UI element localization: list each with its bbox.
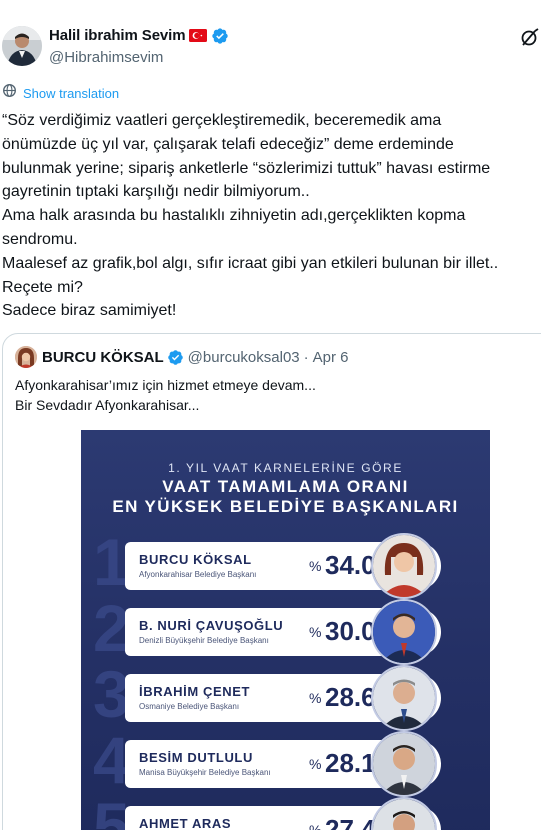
rank-value: 28.1 — [325, 748, 376, 778]
rank-value: 27.4 — [325, 814, 376, 830]
portrait-image — [371, 731, 437, 797]
quoted-line: Bir Sevdadır Afyonkarahisar... — [15, 396, 200, 413]
quoted-tweet-date[interactable]: Apr 6 — [313, 349, 349, 366]
rank-value: 28.6 — [325, 682, 376, 712]
rank-value: 34.0 — [325, 550, 376, 580]
portrait-image — [371, 797, 437, 830]
percent-sign: % — [309, 756, 322, 772]
quoted-line: Afyonkarahisar’ımız için hizmet etmeye d… — [15, 377, 316, 393]
quoted-tweet-header: BURCU KÖKSAL @burcukoksal03 · Apr 6 — [15, 346, 348, 368]
portrait-image — [371, 599, 437, 665]
tweet-line: önümüzde üç yıl var, çalışarak telafi ed… — [2, 135, 454, 153]
grok-icon[interactable] — [519, 28, 539, 48]
percent-sign: % — [309, 624, 322, 640]
percent-sign: % — [309, 558, 322, 574]
percent-sign: % — [309, 822, 322, 830]
tweet-header: Halil ibrahim Sevim @Hibrahimsevim — [0, 22, 541, 72]
tweet-text: “Söz verdiğimiz vaatleri gerçekleştireme… — [2, 109, 541, 323]
show-translation-link[interactable]: Show translation — [2, 84, 119, 102]
tweet-line: Maalesef az grafik,bol algı, sıfır icraa… — [2, 254, 499, 272]
infographic-title-line1: VAAT TAMAMLAMA ORANI — [162, 477, 409, 496]
rank-name: B. NURİ ÇAVUŞOĞLU — [139, 618, 284, 633]
author-avatar[interactable] — [2, 26, 42, 66]
quoted-tweet-image[interactable]: 1. YIL VAAT KARNELERİNE GÖRE VAAT TAMAML… — [81, 430, 490, 830]
rank-name: AHMET ARAS — [139, 816, 232, 830]
rank-name: BESİM DUTLULU — [139, 750, 253, 765]
author-handle[interactable]: @Hibrahimsevim — [49, 49, 163, 66]
turkey-flag-icon — [189, 29, 207, 42]
quoted-author-handle[interactable]: @burcukoksal03 — [188, 349, 300, 366]
quoted-author-name[interactable]: BURCU KÖKSAL — [42, 349, 164, 366]
percent-sign: % — [309, 690, 322, 706]
rank-title: Afyonkarahisar Belediye Başkanı — [139, 570, 257, 579]
author-name[interactable]: Halil ibrahim Sevim — [49, 27, 186, 44]
translate-globe-icon — [2, 83, 17, 103]
portrait-image — [371, 665, 437, 731]
tweet-line: sendromu. — [2, 230, 78, 248]
rank-name: İBRAHİM ÇENET — [139, 684, 251, 699]
quoted-tweet[interactable]: BURCU KÖKSAL @burcukoksal03 · Apr 6 Afyo… — [2, 333, 541, 830]
quoted-tweet-text: Afyonkarahisar’ımız için hizmet etmeye d… — [15, 376, 316, 415]
tweet-line: Sadece biraz samimiyet! — [2, 302, 177, 320]
tweet-line: Reçete mi? — [2, 278, 83, 296]
tweet-line: “Söz verdiğimiz vaatleri gerçekleştireme… — [2, 112, 442, 129]
separator-dot: · — [303, 348, 309, 366]
rank-value: 30.0 — [325, 616, 376, 646]
rank-title: Manisa Büyükşehir Belediye Başkanı — [139, 768, 271, 777]
tweet-line: Ama halk arasında bu hastalıklı zihniyet… — [2, 207, 466, 225]
infographic-subtitle: 1. YIL VAAT KARNELERİNE GÖRE — [168, 461, 403, 475]
portrait-image — [371, 533, 437, 599]
verified-badge-icon — [211, 27, 229, 45]
rank-title: Osmaniye Belediye Başkanı — [139, 702, 240, 711]
infographic-title-line2: EN YÜKSEK BELEDİYE BAŞKANLARI — [112, 497, 459, 516]
rank-title: Denizli Büyükşehir Belediye Başkanı — [139, 636, 269, 645]
rank-name: BURCU KÖKSAL — [139, 552, 252, 567]
quoted-author-avatar[interactable] — [15, 346, 37, 368]
show-translation-label[interactable]: Show translation — [23, 86, 119, 101]
tweet-line: bulunmak yerine; sipariş anketlerle “söz… — [2, 159, 491, 177]
verified-badge-icon — [167, 349, 184, 366]
tweet-line: gayretinin tıptaki karşılığı nedir bilmi… — [2, 183, 310, 201]
